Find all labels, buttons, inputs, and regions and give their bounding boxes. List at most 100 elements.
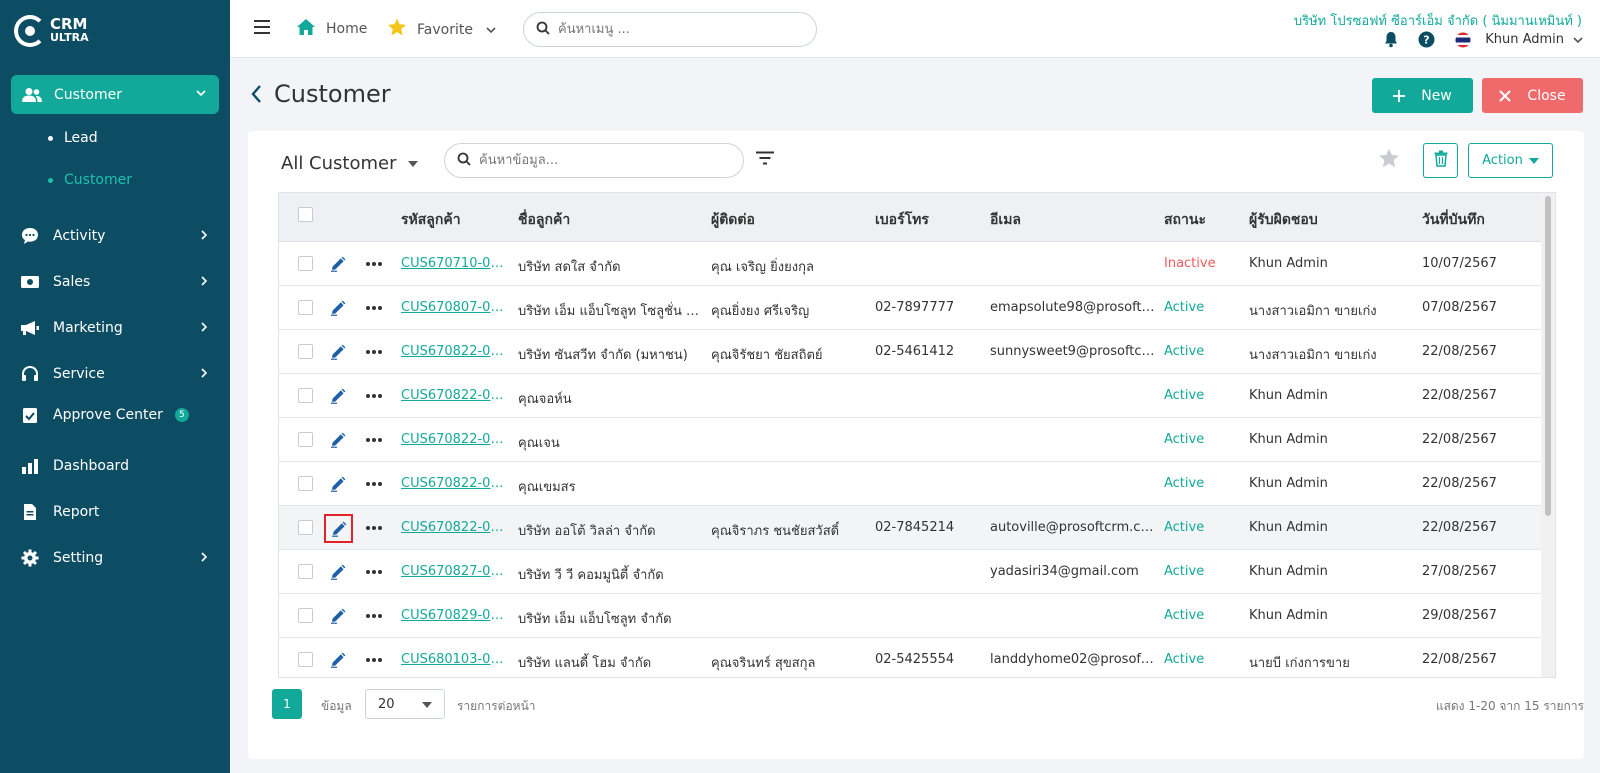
edit-pencil-icon[interactable] [329,343,347,361]
more-options-icon[interactable] [366,652,384,662]
view-name: All Customer [281,153,397,174]
edit-pencil-icon[interactable] [329,475,347,493]
user-menu[interactable]: Khun Admin [1485,32,1584,47]
column-header-date[interactable]: วันที่บันทึก [1422,209,1485,231]
favorite-star-icon[interactable] [1378,148,1400,173]
scrollbar-thumb[interactable] [1545,196,1551,516]
delete-button[interactable] [1423,143,1458,178]
crm-ultra-logo[interactable]: CRM ULTRA [14,12,94,50]
column-header-name[interactable]: ชื่อลูกค้า [518,209,570,231]
more-options-icon[interactable] [366,388,384,398]
more-options-icon[interactable] [366,344,384,354]
column-header-owner[interactable]: ผู้รับผิดชอบ [1249,209,1318,231]
edit-pencil-icon[interactable] [329,651,347,669]
row-checkbox[interactable] [298,520,313,535]
edit-pencil-icon[interactable] [329,387,347,405]
table-scrollbar[interactable] [1541,193,1555,677]
help-icon[interactable]: ? [1418,31,1435,48]
sidebar-item-sales[interactable]: Sales [20,271,210,293]
row-checkbox[interactable] [298,608,313,623]
customer-code-link[interactable]: CUS670829-001 [401,608,506,623]
home-link[interactable]: Home [296,18,367,40]
column-header-phone[interactable]: เบอร์โทร [875,209,929,231]
row-checkbox[interactable] [298,564,313,579]
table-row[interactable]: CUS670807-001 บริษัท เอ็ม แอ็บโซลูท โซลูช… [279,286,1541,330]
sidebar-item-approve-center[interactable]: Approve Center 5 [20,404,210,426]
action-button[interactable]: Action [1468,143,1553,178]
owner-cell: Khun Admin [1249,520,1328,535]
more-options-icon[interactable] [366,608,384,618]
column-header-contact[interactable]: ผู้ติดต่อ [711,209,755,231]
customer-code-link[interactable]: CUS670822-004 [401,476,506,491]
bell-icon[interactable] [1384,31,1398,48]
row-checkbox[interactable] [298,388,313,403]
row-checkbox[interactable] [298,256,313,271]
edit-pencil-icon[interactable] [324,514,353,543]
customer-code-link[interactable]: CUS670822-005 [401,520,506,535]
sidebar-item-report[interactable]: Report [20,501,210,523]
column-header-email[interactable]: อีเมล [990,209,1021,231]
select-all-checkbox[interactable] [298,207,313,222]
table-row[interactable]: CUS670829-001 บริษัท เอ็ม แอ็บโซลูท จำกัด… [279,594,1541,638]
table-row[interactable]: CUS670710-001 บริษัท สดใส จำกัด คุณ เจริญ … [279,242,1541,286]
page-number-button[interactable]: 1 [272,689,302,719]
row-checkbox[interactable] [298,344,313,359]
plus-icon [1393,89,1406,102]
sidebar-item-setting[interactable]: Setting [20,547,210,569]
customer-code-link[interactable]: CUS670807-001 [401,300,506,315]
table-row[interactable]: CUS670822-004 คุณเขมสร Active Khun Admin 22/… [279,462,1541,506]
table-row[interactable]: CUS680103-001 บริษัท แลนดี้ โฮม จำกัด คุณจ… [279,638,1541,677]
more-options-icon[interactable] [366,432,384,442]
row-checkbox[interactable] [298,652,313,667]
status-cell: Active [1164,388,1205,403]
sidebar-item-dashboard[interactable]: Dashboard [20,455,210,477]
customer-code-link[interactable]: CUS670822-003 [401,432,506,447]
view-selector[interactable]: All Customer [281,153,419,174]
page-size-select[interactable]: 20 [365,689,445,719]
more-options-icon[interactable] [366,564,384,574]
customer-code-link[interactable]: CUS670822-002 [401,388,506,403]
column-header-code[interactable]: รหัสลูกค้า [401,209,461,231]
new-button[interactable]: New [1372,78,1473,113]
row-checkbox[interactable] [298,432,313,447]
list-search-input[interactable] [479,153,729,168]
customer-code-link[interactable]: CUS670827-001 [401,564,506,579]
row-checkbox[interactable] [298,300,313,315]
sidebar-item-activity[interactable]: Activity [20,225,210,247]
row-checkbox[interactable] [298,476,313,491]
table-row[interactable]: CUS670822-005 บริษัท ออโต้ วิลล่า จำกัด คุ… [279,506,1541,550]
back-chevron-icon[interactable] [250,84,262,104]
filter-icon[interactable] [756,151,774,169]
more-options-icon[interactable] [366,256,384,266]
edit-pencil-icon[interactable] [329,607,347,625]
customer-code-link[interactable]: CUS670822-001 [401,344,506,359]
table-row[interactable]: CUS670822-001 บริษัท ซันสวีท จำกัด (มหาชน… [279,330,1541,374]
edit-pencil-icon[interactable] [329,563,347,581]
sidebar-subitem-customer[interactable]: Customer [48,172,132,188]
sidebar-item-service[interactable]: Service [20,363,210,385]
customer-code-link[interactable]: CUS680103-001 [401,652,506,667]
table-row[interactable]: CUS670822-003 คุณเจน Active Khun Admin 22/08… [279,418,1541,462]
thai-flag-icon[interactable] [1455,32,1471,48]
sidebar-item-customer[interactable]: Customer [11,75,219,114]
edit-pencil-icon[interactable] [329,255,347,273]
company-name[interactable]: บริษัท โปรซอฟท์ ซีอาร์เอ็ม จำกัด ( นิมมา… [1294,10,1582,31]
sidebar-item-marketing[interactable]: Marketing [20,317,210,339]
customer-code-link[interactable]: CUS670710-001 [401,256,506,271]
menu-toggle-icon[interactable] [254,20,270,34]
chevron-down-icon [485,24,497,36]
menu-search-input[interactable] [558,22,788,37]
chevron-right-icon [198,551,210,567]
more-options-icon[interactable] [366,520,384,530]
sidebar-subitem-lead[interactable]: Lead [48,130,98,146]
column-header-status[interactable]: สถานะ [1164,209,1206,231]
favorite-menu[interactable]: Favorite [387,18,497,41]
table-row[interactable]: CUS670822-002 คุณจอห์น Active Khun Admin 22/… [279,374,1541,418]
headset-icon [20,365,40,383]
edit-pencil-icon[interactable] [329,431,347,449]
more-options-icon[interactable] [366,476,384,486]
edit-pencil-icon[interactable] [329,299,347,317]
more-options-icon[interactable] [366,300,384,310]
table-row[interactable]: CUS670827-001 บริษัท วี วี คอมมูนิตี้ จำก… [279,550,1541,594]
close-button[interactable]: Close [1482,78,1583,113]
